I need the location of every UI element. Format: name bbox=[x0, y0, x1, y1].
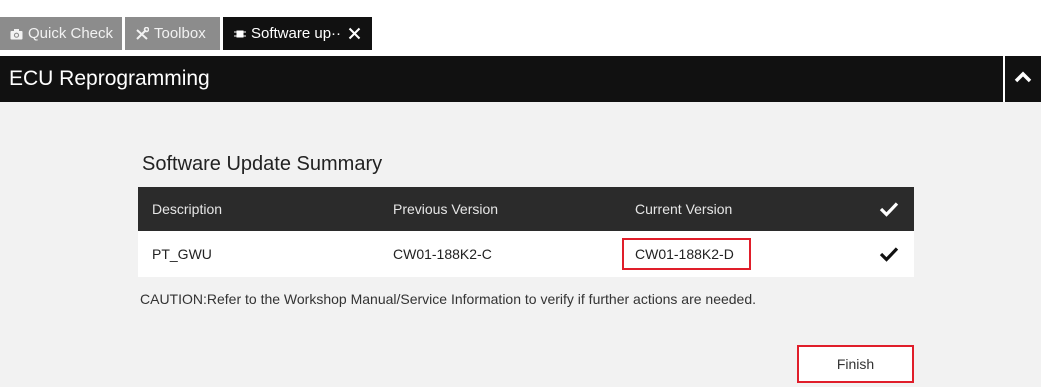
collapse-button[interactable] bbox=[1005, 56, 1041, 102]
summary-title: Software Update Summary bbox=[142, 153, 383, 175]
row-current-version: CW01-188K2-D bbox=[635, 246, 734, 262]
camera-icon bbox=[10, 28, 23, 40]
caution-text: CAUTION:Refer to the Workshop Manual/Ser… bbox=[140, 291, 757, 307]
tab-label: Software up·· bbox=[251, 25, 342, 42]
page-header: ECU Reprogramming bbox=[0, 56, 1041, 102]
table-row: PT_GWU CW01-188K2-C CW01-188K2-D bbox=[138, 231, 914, 277]
tab-bar: Quick Check Toolbox Software up·· bbox=[0, 0, 1041, 56]
tab-toolbox[interactable]: Toolbox bbox=[125, 17, 220, 50]
row-previous-version: CW01-188K2-C bbox=[393, 246, 492, 262]
page: Quick Check Toolbox Software up·· ECU Re… bbox=[0, 0, 1041, 387]
tab-label: Quick Check bbox=[28, 25, 114, 42]
row-description: PT_GWU bbox=[152, 246, 212, 262]
close-icon[interactable] bbox=[348, 27, 361, 40]
column-header-description: Description bbox=[152, 201, 223, 217]
page-title: ECU Reprogramming bbox=[9, 67, 210, 90]
finish-button[interactable]: Finish bbox=[802, 350, 909, 378]
check-icon bbox=[874, 187, 904, 231]
chip-icon bbox=[234, 28, 246, 40]
tools-icon bbox=[135, 26, 149, 41]
chevron-up-icon bbox=[1013, 70, 1033, 89]
column-header-previous-version: Previous Version bbox=[393, 201, 499, 217]
tab-software-update[interactable]: Software up·· bbox=[223, 17, 372, 50]
table-header: Description Previous Version Current Ver… bbox=[138, 187, 914, 231]
finish-highlight: Finish bbox=[797, 345, 914, 383]
tab-label: Toolbox bbox=[154, 25, 206, 42]
tab-quick-check[interactable]: Quick Check bbox=[0, 17, 122, 50]
column-header-current-version: Current Version bbox=[635, 201, 733, 217]
check-icon bbox=[874, 231, 904, 277]
